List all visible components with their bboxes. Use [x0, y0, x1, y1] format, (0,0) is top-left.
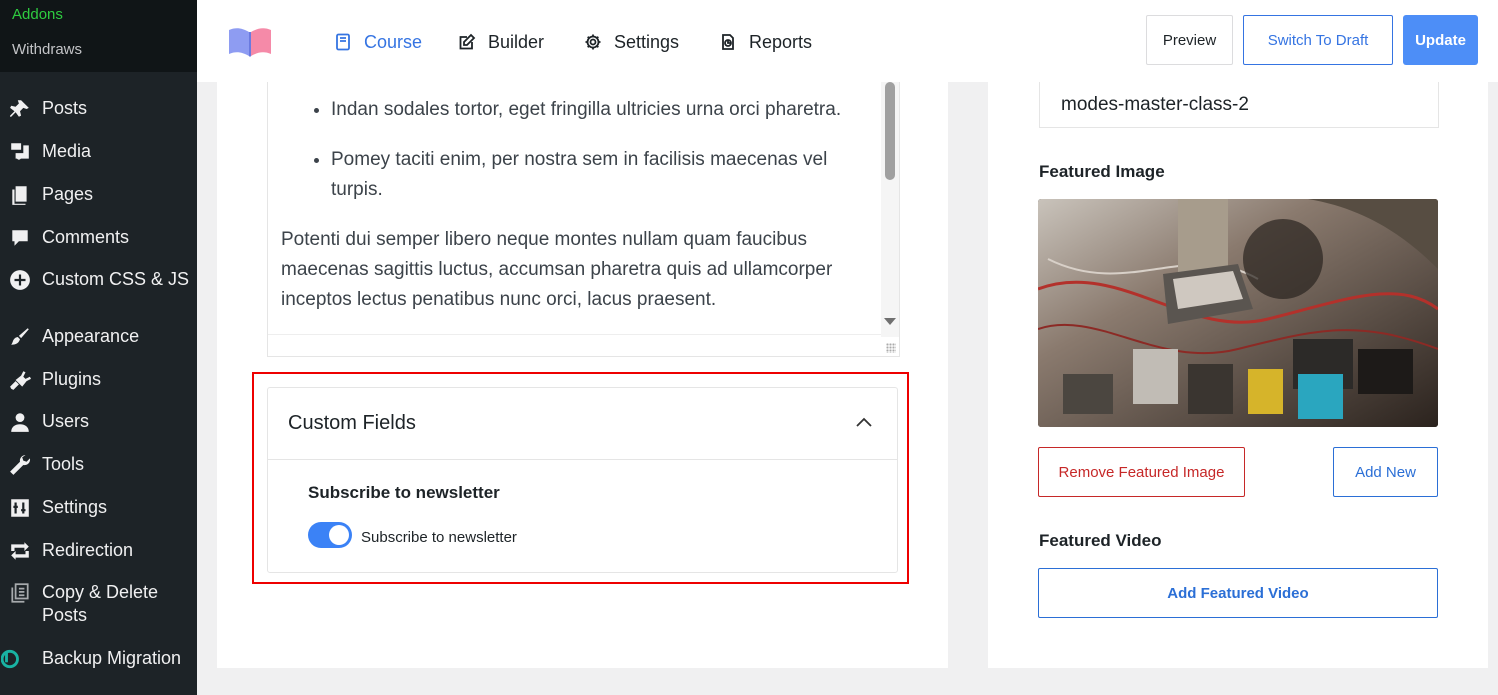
list-item: Indan sodales tortor, eget fringilla ult…: [331, 95, 881, 125]
submenu-item-addons[interactable]: Addons: [0, 2, 197, 37]
sidebar-item-label: Copy & Delete Posts: [42, 582, 159, 625]
sidebar-item-label: Plugins: [42, 369, 102, 389]
newsletter-toggle[interactable]: [308, 522, 352, 548]
gear-icon: [585, 34, 601, 50]
backup-icon: [0, 647, 24, 671]
sidebar-item-label: Appearance: [42, 326, 140, 346]
sidebar-item-backup[interactable]: Backup Migration: [0, 647, 197, 671]
sidebar-item-settings[interactable]: Settings: [0, 496, 197, 520]
sidebar-item-users[interactable]: Users: [0, 410, 197, 434]
plus-circle-icon: [8, 268, 32, 292]
pin-icon: [8, 97, 32, 121]
tab-settings[interactable]: Settings: [584, 28, 679, 56]
media-icon: [8, 140, 32, 164]
user-icon: [8, 410, 32, 434]
report-icon: [722, 34, 734, 50]
tab-label: Reports: [749, 31, 813, 52]
tab-course[interactable]: Course: [334, 28, 422, 56]
featured-image-heading: Featured Image: [1039, 162, 1165, 181]
resize-handle-icon[interactable]: [886, 343, 896, 353]
field-label: Subscribe to newsletter: [308, 483, 500, 502]
wrench-icon: [8, 453, 32, 477]
editor-status-divider: [268, 334, 881, 335]
toggle-knob: [329, 525, 349, 545]
plug-icon: [8, 368, 32, 392]
sidebar-item-appearance[interactable]: Appearance: [0, 325, 197, 349]
sidebar-item-plugins[interactable]: Plugins: [0, 368, 197, 392]
admin-sidebar: Addons Withdraws Posts Media Pages Comme…: [0, 0, 197, 695]
sidebar-item-media[interactable]: Media: [0, 140, 197, 164]
sidebar-item-label: Comments: [42, 227, 130, 247]
sidebar-item-label: Pages: [42, 184, 94, 204]
remove-featured-image-button[interactable]: Remove Featured Image: [1038, 447, 1245, 497]
sidebar-item-redirection[interactable]: Redirection: [0, 539, 197, 563]
sidebar-item-label: Tools: [42, 454, 85, 474]
tab-builder[interactable]: Builder: [458, 28, 544, 56]
sidebar-item-label: Media: [42, 141, 92, 161]
brush-icon: [8, 325, 32, 349]
preview-button[interactable]: Preview: [1146, 15, 1233, 65]
tab-reports[interactable]: Reports: [719, 28, 812, 56]
copy-icon: [8, 581, 32, 605]
course-sidebar-panel: modes-master-class-2 Featured Image Remo…: [988, 82, 1488, 668]
chevron-up-icon[interactable]: [855, 416, 873, 428]
custom-fields-panel: Custom Fields Subscribe to newsletter Su…: [267, 387, 898, 573]
tab-label: Settings: [614, 31, 680, 52]
sidebar-item-label: Posts: [42, 98, 88, 118]
arrows-icon: [8, 539, 32, 563]
editor-paragraph: Potenti dui semper libero neque montes n…: [281, 229, 833, 310]
sidebar-item-pages[interactable]: Pages: [0, 183, 197, 207]
add-featured-video-button[interactable]: Add Featured Video: [1038, 568, 1438, 618]
sidebar-item-label: Settings: [42, 497, 108, 517]
sliders-icon: [8, 496, 32, 520]
logo-icon: [229, 28, 271, 57]
update-button[interactable]: Update: [1403, 15, 1478, 65]
sidebar-item-label: Users: [42, 411, 90, 431]
featured-image: [1038, 199, 1438, 427]
course-builder-header: Course Builder Settings Reports Preview …: [197, 0, 1498, 82]
sidebar-item-comments[interactable]: Comments: [0, 226, 197, 250]
add-new-image-button[interactable]: Add New: [1333, 447, 1438, 497]
tab-label: Course: [364, 31, 423, 52]
sidebar-item-label: Custom CSS & JS: [42, 269, 190, 289]
edit-icon: [459, 33, 476, 50]
toggle-label[interactable]: Subscribe to newsletter: [361, 529, 517, 546]
featured-video-heading: Featured Video: [1039, 531, 1162, 550]
featured-image-photo: [1038, 199, 1438, 427]
tab-label: Builder: [488, 31, 545, 52]
pages-icon: [8, 183, 32, 207]
scrollbar-thumb[interactable]: [885, 82, 895, 180]
custom-fields-header[interactable]: Custom Fields: [268, 388, 897, 460]
switch-to-draft-button[interactable]: Switch To Draft: [1243, 15, 1393, 65]
submenu-item-withdraws[interactable]: Withdraws: [0, 37, 197, 72]
description-editor[interactable]: Indan sodales tortor, eget fringilla ult…: [267, 82, 900, 357]
course-content-panel: Indan sodales tortor, eget fringilla ult…: [217, 82, 948, 668]
sidebar-item-label: Backup Migration: [42, 648, 182, 668]
sidebar-item-tools[interactable]: Tools: [0, 453, 197, 477]
book-icon: [336, 33, 350, 51]
sidebar-item-custom-css[interactable]: Custom CSS & JS: [0, 268, 197, 292]
submenu: Addons Withdraws: [0, 0, 197, 72]
editor-scrollbar[interactable]: [881, 82, 899, 337]
sidebar-item-copy-delete[interactable]: Copy & Delete Posts: [0, 581, 197, 627]
sidebar-item-label: Redirection: [42, 540, 134, 560]
sidebar-item-posts[interactable]: Posts: [0, 97, 197, 121]
scroll-down-arrow-icon[interactable]: [884, 318, 896, 325]
custom-fields-title: Custom Fields: [288, 412, 416, 434]
comment-icon: [8, 226, 32, 250]
slug-input[interactable]: modes-master-class-2: [1039, 82, 1439, 128]
list-item: Pomey taciti enim, per nostra sem in fac…: [331, 145, 881, 205]
editor-bullet-list: Indan sodales tortor, eget fringilla ult…: [281, 95, 881, 225]
